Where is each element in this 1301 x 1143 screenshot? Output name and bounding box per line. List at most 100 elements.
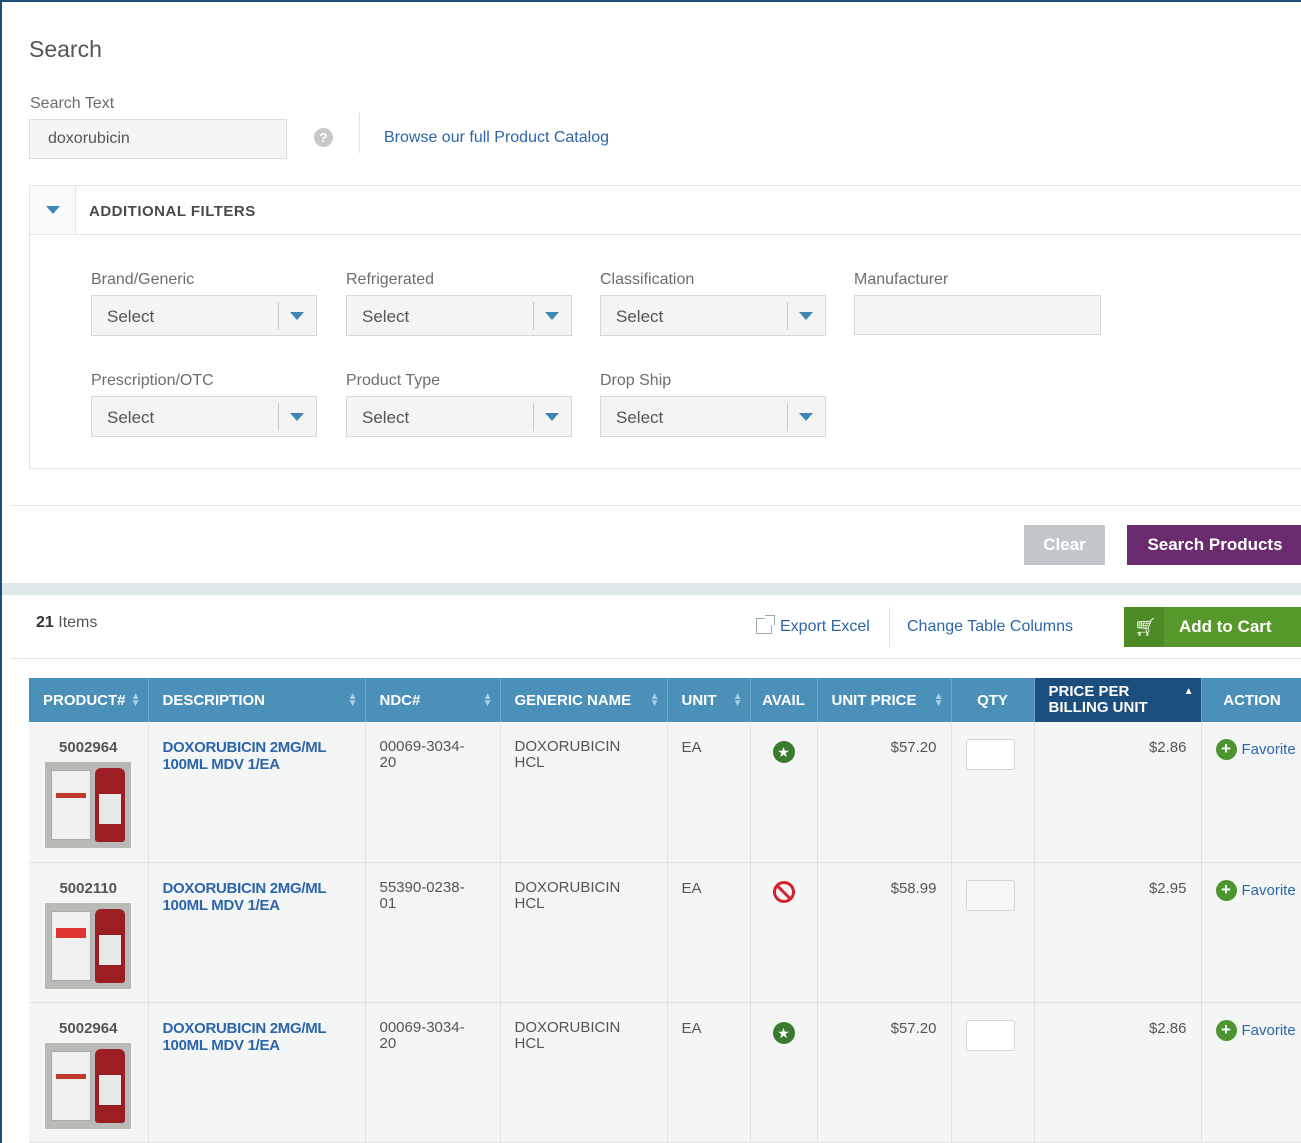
generic-name-cell: DOXORUBICIN HCL: [500, 862, 668, 1003]
sort-asc-icon: ▲: [1183, 686, 1194, 697]
items-count: 21 Items: [36, 614, 97, 632]
search-products-button[interactable]: Search Products: [1127, 525, 1301, 565]
product-image[interactable]: [45, 902, 132, 989]
column-header-unit[interactable]: UNIT ▲ ▼: [667, 678, 751, 722]
column-header-generic-name[interactable]: GENERIC NAME ▲ ▼: [500, 678, 668, 722]
qty-input[interactable]: [965, 1019, 1015, 1051]
items-count-number: 21: [36, 614, 54, 631]
brand-generic-label: Brand/Generic: [91, 271, 195, 288]
favorite-button[interactable]: + Favorite: [1215, 879, 1296, 901]
select-value: Select: [362, 408, 410, 427]
product-description-link[interactable]: DOXORUBICIN 2MG/ML 100ML MDV 1/EA: [163, 1020, 351, 1054]
sort-icon: ▲ ▼: [130, 691, 141, 709]
export-excel-link[interactable]: Export Excel: [780, 618, 870, 636]
select-value: Select: [107, 408, 155, 427]
price-per-billing-unit-cell: $2.86: [1034, 1002, 1202, 1143]
filters-header: ADDITIONAL FILTERS: [30, 186, 1301, 235]
chevron-down-icon: [46, 206, 60, 214]
browse-catalog-link[interactable]: Browse our full Product Catalog: [384, 129, 609, 147]
column-header-action: ACTION: [1201, 678, 1301, 722]
unit-cell: EA: [667, 1002, 751, 1143]
add-to-cart-button[interactable]: 🛒︎ Add to Cart: [1124, 607, 1301, 647]
product-type-select[interactable]: Select: [346, 396, 572, 437]
plus-icon: +: [1215, 1019, 1237, 1041]
description-cell: DOXORUBICIN 2MG/ML 100ML MDV 1/EA: [148, 1002, 366, 1143]
unit-price-cell: $57.20: [817, 722, 952, 863]
column-header-product[interactable]: PRODUCT# ▲ ▼: [29, 678, 149, 722]
sort-icon: ▲ ▼: [347, 691, 358, 709]
column-header-avail: AVAIL: [750, 678, 818, 722]
page-title: Search: [29, 36, 102, 62]
export-icon[interactable]: [756, 615, 775, 634]
qty-cell: [951, 1002, 1035, 1143]
product-type-label: Product Type: [346, 372, 440, 389]
prescription-otc-select[interactable]: Select: [91, 396, 317, 437]
divider: [889, 607, 890, 647]
column-header-price-per-billing-unit[interactable]: PRICE PER BILLING UNIT ▲: [1034, 678, 1202, 722]
filters-toggle-button[interactable]: [30, 186, 76, 234]
column-header-ndc[interactable]: NDC# ▲ ▼: [365, 678, 501, 722]
manufacturer-input[interactable]: [854, 295, 1101, 335]
action-cell: + Favorite: [1201, 862, 1301, 1003]
divider: [10, 505, 1301, 506]
product-number: 5002110: [59, 879, 118, 897]
classification-select[interactable]: Select: [600, 295, 826, 336]
refrigerated-select[interactable]: Select: [346, 295, 572, 336]
action-cell: + Favorite: [1201, 722, 1301, 863]
brand-generic-select[interactable]: Select: [91, 295, 317, 336]
table-row: 5002110 DOXORUBICIN 2MG/ML 100ML MDV 1/EA…: [29, 862, 1301, 1003]
sort-icon: ▲ ▼: [732, 691, 743, 709]
search-page: Search Search Text ? Browse our full Pro…: [0, 0, 1301, 1143]
change-table-columns-link[interactable]: Change Table Columns: [907, 618, 1073, 636]
product-image[interactable]: [45, 762, 132, 848]
column-header-qty: QTY: [951, 678, 1035, 722]
action-cell: + Favorite: [1201, 1002, 1301, 1143]
product-description-link[interactable]: DOXORUBICIN 2MG/ML 100ML MDV 1/EA: [163, 739, 351, 773]
sort-icon: ▲ ▼: [933, 691, 944, 709]
filters-title: ADDITIONAL FILTERS: [89, 203, 256, 220]
unit-price-cell: $58.99: [817, 862, 952, 1003]
divider: [359, 113, 360, 153]
column-header-description[interactable]: DESCRIPTION ▲ ▼: [148, 678, 366, 722]
caret-down-icon: [545, 413, 559, 421]
qty-cell: [951, 862, 1035, 1003]
price-per-billing-unit-cell: $2.86: [1034, 722, 1202, 863]
table-row: 5002964 DOXORUBICIN 2MG/ML 100ML MDV 1/EA…: [29, 1002, 1301, 1143]
ndc-cell: 00069-3034- 20: [365, 1002, 501, 1143]
add-to-cart-label: Add to Cart: [1179, 617, 1272, 636]
ndc-cell: 00069-3034- 20: [365, 722, 501, 863]
clear-button[interactable]: Clear: [1024, 525, 1105, 565]
search-input[interactable]: [29, 119, 287, 159]
plus-icon: +: [1215, 879, 1237, 901]
product-description-link[interactable]: DOXORUBICIN 2MG/ML 100ML MDV 1/EA: [163, 880, 351, 914]
results-table: PRODUCT# ▲ ▼ DESCRIPTION ▲ ▼ NDC# ▲ ▼ GENERIC …: [29, 678, 1301, 1143]
availability-cell: [750, 862, 818, 1003]
table-header-row: PRODUCT# ▲ ▼ DESCRIPTION ▲ ▼ NDC# ▲ ▼ GENERIC …: [29, 678, 1301, 722]
unit-cell: EA: [667, 722, 751, 863]
available-star-icon: ★: [772, 1021, 795, 1044]
sort-icon: ▲ ▼: [482, 691, 493, 709]
description-cell: DOXORUBICIN 2MG/ML 100ML MDV 1/EA: [148, 862, 366, 1003]
column-header-unit-price[interactable]: UNIT PRICE ▲ ▼: [817, 678, 952, 722]
qty-input[interactable]: [965, 879, 1015, 911]
product-image[interactable]: [45, 1042, 132, 1129]
product-number-cell: 5002110: [29, 862, 149, 1003]
plus-icon: +: [1215, 739, 1237, 760]
price-per-billing-unit-cell: $2.95: [1034, 862, 1202, 1003]
select-value: Select: [362, 307, 410, 326]
favorite-button[interactable]: + Favorite: [1215, 739, 1296, 760]
ndc-cell: 55390-0238- 01: [365, 862, 501, 1003]
caret-down-icon: [290, 413, 304, 421]
generic-name-cell: DOXORUBICIN HCL: [500, 722, 668, 863]
refrigerated-label: Refrigerated: [346, 271, 435, 288]
qty-cell: [951, 722, 1035, 863]
drop-ship-select[interactable]: Select: [600, 396, 826, 437]
question-icon[interactable]: ?: [314, 128, 333, 147]
table-row: 5002964 DOXORUBICIN 2MG/ML 100ML MDV 1/EA…: [29, 722, 1301, 863]
favorite-button[interactable]: + Favorite: [1215, 1019, 1296, 1041]
caret-down-icon: [799, 413, 813, 421]
qty-input[interactable]: [965, 739, 1015, 770]
availability-cell: ★: [750, 722, 818, 863]
select-value: Select: [107, 307, 155, 326]
items-count-label: Items: [53, 614, 98, 631]
